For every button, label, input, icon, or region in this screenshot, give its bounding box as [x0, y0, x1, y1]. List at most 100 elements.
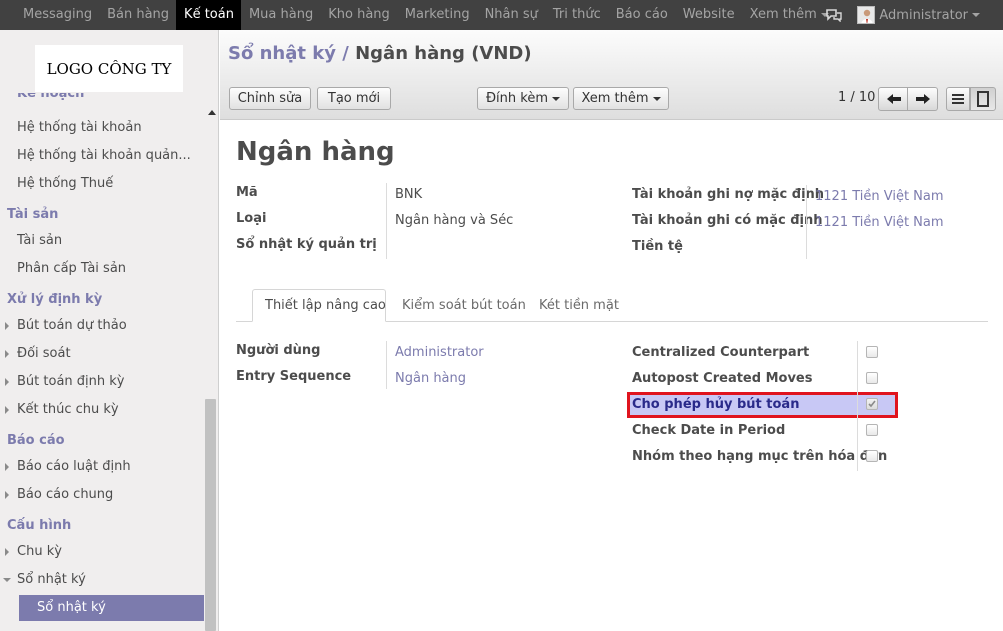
more-dropdown-button[interactable]: Xem thêm	[573, 87, 669, 110]
code-value: BNK	[395, 187, 423, 202]
chat-icon[interactable]	[825, 8, 843, 23]
checkbox-label-group-invoice: Nhóm theo hạng mục trên hóa đơn	[632, 449, 888, 464]
sidebar-item-bao-cao-chung[interactable]: Báo cáo chung	[17, 487, 113, 502]
sidebar-item-so-nhat-ky-parent[interactable]: Sổ nhật ký	[17, 572, 86, 587]
caret-down-icon	[972, 13, 980, 17]
caret-right-icon[interactable]	[5, 322, 9, 330]
list-view-button[interactable]	[946, 87, 970, 111]
form-title: Ngân hàng	[236, 137, 395, 167]
attach-label: Đính kèm	[485, 91, 549, 106]
field-divider	[857, 341, 858, 471]
caret-down-icon	[552, 96, 561, 101]
users-link[interactable]: Administrator	[395, 345, 484, 360]
more-label: Xem thêm	[581, 91, 649, 106]
sidebar-item-he-thong-tai-khoan-quan-tri[interactable]: Hệ thống tài khoản quản...	[17, 148, 191, 163]
caret-down-icon	[652, 96, 661, 101]
caret-right-icon[interactable]	[5, 491, 9, 499]
caret-right-icon[interactable]	[5, 378, 9, 386]
sidebar-item-tai-san[interactable]: Tài sản	[17, 233, 62, 248]
type-label: Loại	[236, 211, 267, 226]
user-name: Administrator	[879, 7, 968, 23]
edit-button[interactable]: Chỉnh sửa	[229, 87, 311, 110]
sidebar-item-he-thong-thue[interactable]: Hệ thống Thuế	[17, 176, 113, 191]
menu-bao-cao[interactable]: Báo cáo	[608, 0, 675, 30]
default-credit-account-link[interactable]: 1121 Tiền Việt Nam	[815, 215, 944, 230]
menu-kho-hang[interactable]: Kho hàng	[320, 0, 397, 30]
default-debit-account-link[interactable]: 1121 Tiền Việt Nam	[815, 189, 944, 204]
caret-right-icon[interactable]	[5, 463, 9, 471]
menu-marketing[interactable]: Marketing	[397, 0, 477, 30]
arrow-right-icon	[916, 94, 930, 104]
sidebar-item-ket-thuc-chu-ky[interactable]: Kết thúc chu kỳ	[17, 402, 119, 417]
sidebar-item-chu-ky[interactable]: Chu kỳ	[17, 544, 62, 559]
default-debit-account-label: Tài khoản ghi nợ mặc định	[632, 187, 825, 202]
sidebar-item-phan-cap-tai-san[interactable]: Phân cấp Tài sản	[17, 261, 126, 276]
sidebar-item-so-nhat-ky-active[interactable]: Sổ nhật ký	[19, 595, 204, 621]
control-panel: Sổ nhật ký / Ngân hàng (VND) Chỉnh sửa T…	[220, 30, 1003, 120]
entry-sequence-label: Entry Sequence	[236, 369, 352, 384]
sidebar-heading-tai-san: Tài sản	[7, 207, 59, 222]
menu-tri-thuc[interactable]: Tri thức	[545, 0, 608, 30]
checkbox-group-invoice[interactable]	[866, 450, 878, 462]
app-menu: Messaging Bán hàng Kế toán Mua hàng Kho …	[0, 0, 836, 30]
sidebar-scrollbar[interactable]	[205, 102, 217, 631]
pager-next-button[interactable]	[908, 87, 938, 111]
checkbox-autopost[interactable]	[866, 372, 878, 384]
caret-right-icon[interactable]	[5, 406, 9, 414]
tab-entry-controls[interactable]: Kiểm soát bút toán	[402, 298, 526, 313]
tab-advanced-settings[interactable]: Thiết lập nâng cao	[265, 298, 386, 313]
create-button[interactable]: Tạo mới	[317, 87, 391, 110]
field-divider	[806, 185, 807, 259]
sidebar-scrollbar-thumb[interactable]	[205, 399, 216, 631]
caret-down-icon[interactable]	[3, 578, 11, 582]
menu-ke-toan[interactable]: Kế toán	[176, 0, 241, 30]
sidebar-item-but-toan-dinh-ky[interactable]: Bút toán định kỳ	[17, 374, 124, 389]
checkbox-centralized[interactable]	[866, 346, 878, 358]
breadcrumb: Sổ nhật ký / Ngân hàng (VND)	[228, 43, 532, 64]
checkbox-label-allow-cancel: Cho phép hủy bút toán	[632, 397, 800, 412]
sidebar-item-he-thong-tai-khoan[interactable]: Hệ thống tài khoản	[17, 120, 142, 135]
sidebar-item-bao-cao-luat-dinh[interactable]: Báo cáo luật định	[17, 459, 131, 474]
menu-mua-hang[interactable]: Mua hàng	[241, 0, 320, 30]
arrow-left-icon	[887, 94, 901, 104]
pager-previous-button[interactable]	[878, 87, 908, 111]
caret-right-icon[interactable]	[5, 350, 9, 358]
sidebar-heading-xu-ly-dinh-ky: Xử lý định kỳ	[7, 292, 103, 307]
top-navbar: Messaging Bán hàng Kế toán Mua hàng Kho …	[0, 0, 1003, 30]
field-divider	[386, 183, 387, 259]
checkbox-check-date[interactable]	[866, 424, 878, 436]
sidebar-item-but-toan-du-thao[interactable]: Bút toán dự thảo	[17, 318, 127, 333]
breadcrumb-current: Ngân hàng (VND)	[355, 43, 532, 64]
sidebar: LOGO CÔNG TY Kế hoạch Hệ thống tài khoản…	[0, 30, 219, 631]
scroll-up-arrow-icon[interactable]	[208, 110, 216, 115]
check-icon	[868, 400, 876, 408]
breadcrumb-separator: /	[342, 43, 349, 64]
menu-ban-hang[interactable]: Bán hàng	[99, 0, 176, 30]
pager-counter[interactable]: 1 / 10	[838, 90, 875, 105]
form-view-button[interactable]	[970, 87, 996, 111]
entry-sequence-link[interactable]: Ngân hàng	[395, 371, 466, 386]
breadcrumb-parent-link[interactable]: Sổ nhật ký	[228, 43, 336, 64]
menu-xem-them-label: Xem thêm	[749, 7, 817, 22]
menu-nhan-su[interactable]: Nhân sự	[477, 0, 545, 30]
sidebar-heading-cau-hinh: Cấu hình	[7, 518, 72, 533]
caret-right-icon[interactable]	[5, 548, 9, 556]
sidebar-clipped-heading: Kế hoạch	[17, 93, 85, 101]
analytic-journal-label: Sổ nhật ký quản trị	[236, 237, 377, 252]
sidebar-item-doi-soat[interactable]: Đối soát	[17, 346, 71, 361]
checkbox-label-autopost: Autopost Created Moves	[632, 371, 813, 386]
default-credit-account-label: Tài khoản ghi có mặc định	[632, 213, 823, 228]
list-icon	[952, 94, 964, 104]
type-value: Ngân hàng và Séc	[395, 213, 514, 228]
tab-cash-registers[interactable]: Két tiền mặt	[539, 298, 619, 313]
menu-messaging[interactable]: Messaging	[0, 0, 99, 30]
code-label: Mã	[236, 185, 258, 200]
menu-xem-them[interactable]: Xem thêm	[742, 0, 836, 30]
company-logo: LOGO CÔNG TY	[35, 45, 183, 92]
user-menu[interactable]: Administrator	[857, 6, 1003, 24]
avatar	[857, 6, 876, 24]
currency-label: Tiền tệ	[632, 239, 683, 254]
attach-dropdown-button[interactable]: Đính kèm	[477, 87, 569, 110]
checkbox-allow-cancel[interactable]	[866, 398, 878, 410]
menu-website[interactable]: Website	[675, 0, 742, 30]
